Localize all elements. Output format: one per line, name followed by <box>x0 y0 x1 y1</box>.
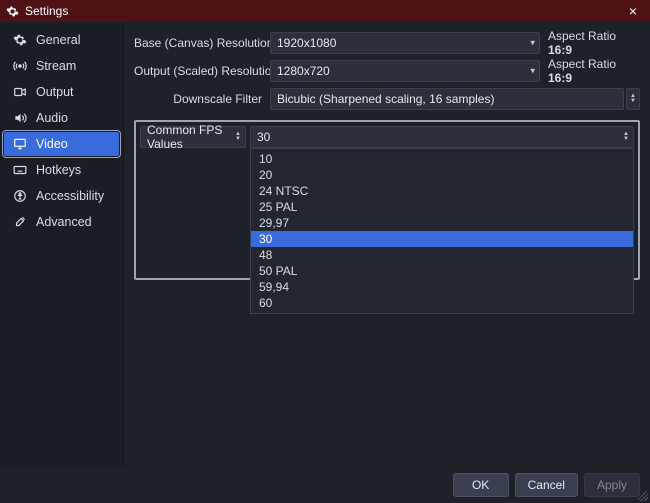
output-icon <box>12 85 28 99</box>
chevron-down-icon: ▼ <box>630 100 636 104</box>
output-resolution-label: Output (Scaled) Resolution <box>134 64 270 78</box>
dialog-footer: OK Cancel Apply <box>0 466 650 503</box>
fps-option[interactable]: 48 <box>251 247 633 263</box>
keyboard-icon <box>12 163 28 177</box>
gear-icon <box>12 33 28 47</box>
fps-option[interactable]: 25 PAL <box>251 199 633 215</box>
fps-option[interactable]: 20 <box>251 167 633 183</box>
sidebar-item-audio[interactable]: Audio <box>4 106 119 130</box>
output-resolution-row: Output (Scaled) Resolution 1280x720 ▾ As… <box>134 58 640 84</box>
sidebar-item-hotkeys[interactable]: Hotkeys <box>4 158 119 182</box>
downscale-filter-row: Downscale Filter Bicubic (Sharpened scal… <box>134 86 640 112</box>
video-settings-panel: Base (Canvas) Resolution 1920x1080 ▾ Asp… <box>124 22 650 466</box>
apply-button: Apply <box>584 473 640 497</box>
fps-value: 30 <box>257 130 270 144</box>
chevron-down-icon: ▾ <box>530 39 535 48</box>
base-resolution-value: 1920x1080 <box>277 36 336 50</box>
sidebar-item-label: Hotkeys <box>36 163 81 177</box>
sidebar-item-label: Accessibility <box>36 189 104 203</box>
accessibility-icon <box>12 189 28 203</box>
sidebar-item-accessibility[interactable]: Accessibility <box>4 184 119 208</box>
fps-option[interactable]: 59,94 <box>251 279 633 295</box>
cancel-button[interactable]: Cancel <box>515 473 578 497</box>
output-aspect-ratio: Aspect Ratio 16:9 <box>540 57 640 85</box>
fps-value-combo[interactable]: 30 ▲▼ <box>250 126 634 148</box>
sidebar-item-advanced[interactable]: Advanced <box>4 210 119 234</box>
stepper-icon: ▲▼ <box>235 133 241 141</box>
sidebar-item-label: Advanced <box>36 215 92 229</box>
tools-icon <box>12 215 28 229</box>
sidebar-item-output[interactable]: Output <box>4 80 119 104</box>
sidebar-item-general[interactable]: General <box>4 28 119 52</box>
base-resolution-combo[interactable]: 1920x1080 ▾ <box>270 32 540 54</box>
base-aspect-ratio: Aspect Ratio 16:9 <box>540 29 640 57</box>
downscale-stepper[interactable]: ▲ ▼ <box>626 88 640 110</box>
downscale-filter-label: Downscale Filter <box>134 92 270 106</box>
sidebar-item-label: Audio <box>36 111 68 125</box>
sidebar-item-label: General <box>36 33 80 47</box>
speaker-icon <box>12 111 28 125</box>
fps-option[interactable]: 24 NTSC <box>251 183 633 199</box>
sidebar-item-label: Video <box>36 137 68 151</box>
sidebar-item-label: Stream <box>36 59 76 73</box>
stepper-icon: ▲▼ <box>623 133 629 141</box>
broadcast-icon <box>12 59 28 73</box>
downscale-filter-combo[interactable]: Bicubic (Sharpened scaling, 16 samples) <box>270 88 624 110</box>
sidebar-item-video[interactable]: Video <box>4 132 119 156</box>
chevron-down-icon: ▾ <box>530 67 535 76</box>
fps-option[interactable]: 10 <box>251 151 633 167</box>
fps-option[interactable]: 29,97 <box>251 215 633 231</box>
sidebar-item-label: Output <box>36 85 74 99</box>
fps-dropdown[interactable]: 102024 NTSC25 PAL29,97304850 PAL59,9460 <box>250 148 634 314</box>
main-area: General Stream Output Audio Video Hotkey… <box>0 22 650 466</box>
sidebar: General Stream Output Audio Video Hotkey… <box>0 22 124 466</box>
monitor-icon <box>12 137 28 151</box>
base-resolution-row: Base (Canvas) Resolution 1920x1080 ▾ Asp… <box>134 30 640 56</box>
titlebar: Settings × <box>0 0 650 22</box>
base-resolution-label: Base (Canvas) Resolution <box>134 36 270 50</box>
fps-option[interactable]: 50 PAL <box>251 263 633 279</box>
settings-icon <box>6 5 19 18</box>
fps-option[interactable]: 60 <box>251 295 633 311</box>
fps-row: Common FPS Values ▲▼ 30 ▲▼ <box>140 126 634 148</box>
output-resolution-combo[interactable]: 1280x720 ▾ <box>270 60 540 82</box>
window-title: Settings <box>25 4 622 18</box>
output-resolution-value: 1280x720 <box>277 64 330 78</box>
fps-option[interactable]: 30 <box>251 231 633 247</box>
sidebar-item-stream[interactable]: Stream <box>4 54 119 78</box>
fps-type-combo[interactable]: Common FPS Values ▲▼ <box>140 126 246 148</box>
resize-grip-icon[interactable] <box>638 491 648 501</box>
fps-section: Common FPS Values ▲▼ 30 ▲▼ 102024 NTSC25… <box>134 120 640 280</box>
close-icon[interactable]: × <box>622 3 644 19</box>
ok-button[interactable]: OK <box>453 473 509 497</box>
downscale-filter-value: Bicubic (Sharpened scaling, 16 samples) <box>277 92 494 106</box>
